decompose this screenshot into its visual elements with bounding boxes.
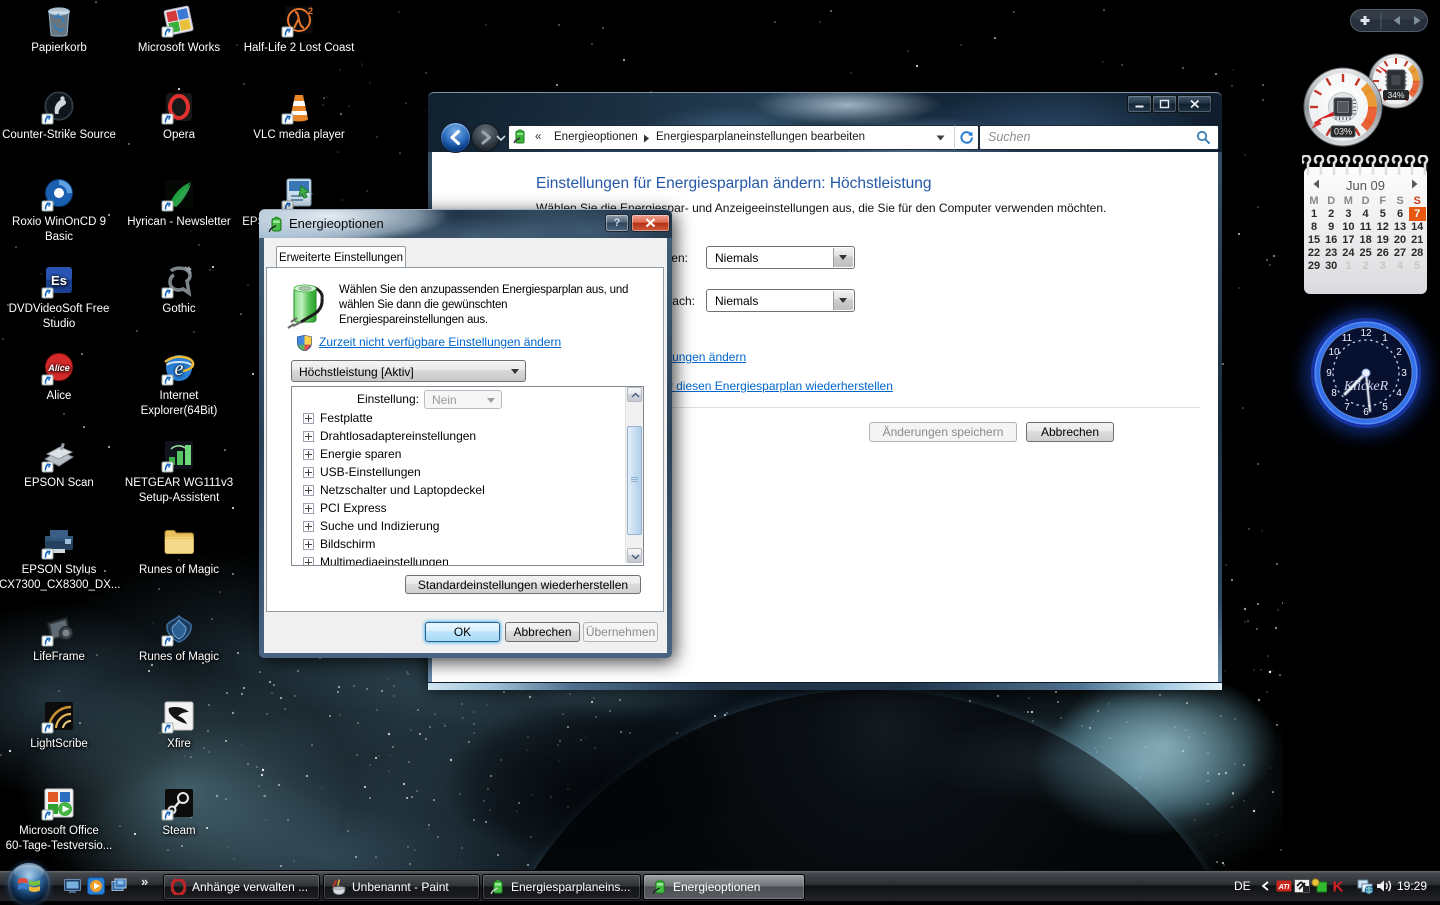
svg-text:Es: Es <box>51 273 67 288</box>
svg-text:11: 11 <box>1342 333 1353 344</box>
svg-text:K: K <box>1333 879 1344 895</box>
svg-text:KlickeR: KlickeR <box>1343 379 1389 394</box>
svg-text:e: e <box>175 358 184 380</box>
svg-text:Alice: Alice <box>47 363 70 373</box>
svg-text:5: 5 <box>1382 402 1388 413</box>
svg-text:1: 1 <box>1382 333 1388 344</box>
svg-text:4: 4 <box>1396 388 1402 399</box>
svg-text:9: 9 <box>1326 368 1332 379</box>
svg-text:12: 12 <box>1360 328 1372 339</box>
svg-text:8: 8 <box>1331 388 1337 399</box>
svg-text:34%: 34% <box>1387 90 1404 100</box>
svg-text:ATI: ATI <box>1278 884 1291 891</box>
svg-text:6: 6 <box>1363 407 1369 418</box>
svg-text:3: 3 <box>1401 368 1407 379</box>
svg-text:10: 10 <box>1328 347 1340 358</box>
svg-text:2: 2 <box>308 6 313 16</box>
svg-text:7: 7 <box>1344 402 1350 413</box>
svg-text:03%: 03% <box>1334 127 1352 137</box>
svg-text:2: 2 <box>1396 347 1402 358</box>
